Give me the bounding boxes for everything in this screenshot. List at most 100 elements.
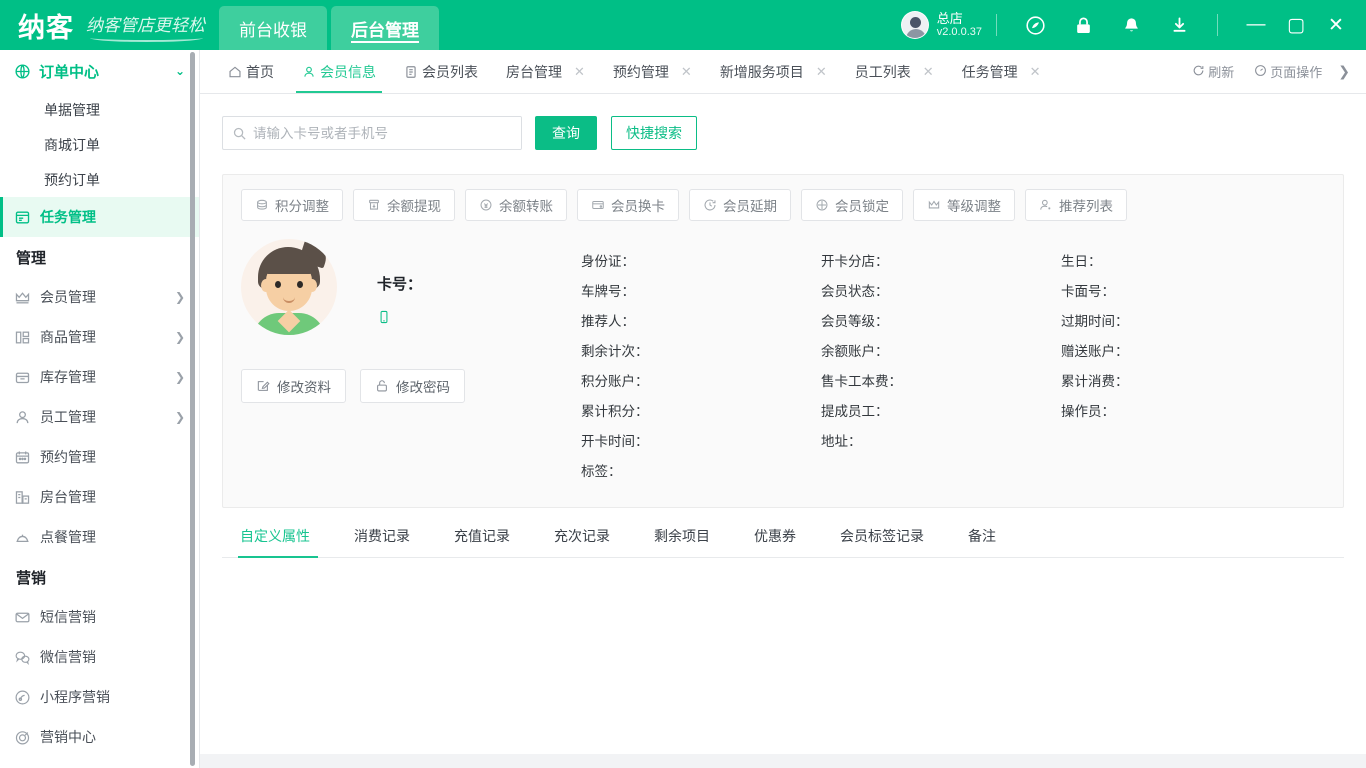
download-icon[interactable] xyxy=(1164,10,1194,40)
sidebar-item-member-management[interactable]: 会员管理 ❯ xyxy=(0,277,199,317)
referral-list-button[interactable]: 推荐列表 xyxy=(1025,189,1127,221)
search-input[interactable] xyxy=(253,117,521,149)
detail-tab-panel xyxy=(222,558,1344,738)
tab-task-management[interactable]: 任务管理 ✕ xyxy=(948,50,1055,93)
member-card-swap-button[interactable]: 会员换卡 xyxy=(577,189,679,221)
brand-area: 纳客 纳客管店更轻松 xyxy=(0,6,205,45)
tab-add-service-item[interactable]: 新增服务项目 ✕ xyxy=(706,50,841,93)
mode-tab-backoffice[interactable]: 后台管理 xyxy=(331,6,439,50)
minimize-button[interactable]: — xyxy=(1240,9,1272,41)
field-total-points: 累计积分： xyxy=(581,397,821,427)
sidebar-item-reservation-orders[interactable]: 预约订单 xyxy=(0,162,199,197)
edit-password-button[interactable]: 修改密码 xyxy=(360,369,465,403)
button-label: 修改密码 xyxy=(396,376,450,396)
chevron-right-icon: ❯ xyxy=(175,330,185,344)
card-number-label: 卡号： xyxy=(377,273,422,294)
calendar-icon xyxy=(14,449,31,466)
detail-tab-remarks[interactable]: 备注 xyxy=(946,526,1018,557)
edit-profile-button[interactable]: 修改资料 xyxy=(241,369,346,403)
points-icon xyxy=(255,198,269,212)
tab-staff-list[interactable]: 员工列表 ✕ xyxy=(841,50,948,93)
tab-reservation-management[interactable]: 预约管理 ✕ xyxy=(599,50,706,93)
close-icon[interactable]: ✕ xyxy=(923,64,934,80)
field-expiry-time: 过期时间： xyxy=(1061,307,1325,337)
detail-tab-recharge-records[interactable]: 充值记录 xyxy=(432,526,532,557)
sidebar-group-order-center[interactable]: 订单中心 ⌄ xyxy=(0,50,199,92)
points-adjust-button[interactable]: 积分调整 xyxy=(241,189,343,221)
headset-support-icon[interactable] xyxy=(1020,10,1050,40)
close-icon[interactable]: ✕ xyxy=(574,64,585,80)
tab-label: 房台管理 xyxy=(506,62,562,82)
tab-overflow-icon[interactable]: ❯ xyxy=(1332,63,1356,80)
balance-withdraw-button[interactable]: 余额提现 xyxy=(353,189,455,221)
field-plate-number: 车牌号： xyxy=(581,277,821,307)
refresh-label: 刷新 xyxy=(1208,62,1234,81)
sidebar-item-sms-marketing[interactable]: 短信营销 xyxy=(0,597,199,637)
miniprogram-icon xyxy=(14,689,31,706)
detail-tab-times-recharge-records[interactable]: 充次记录 xyxy=(532,526,632,557)
field-open-branch: 开卡分店： xyxy=(821,247,1061,277)
app-version: v2.0.0.37 xyxy=(937,26,982,38)
user-account[interactable]: 总店 v2.0.0.37 xyxy=(901,11,982,39)
level-adjust-button[interactable]: 等级调整 xyxy=(913,189,1015,221)
member-fields: 身份证： 车牌号： 推荐人： 剩余计次： 积分账户： 累计积分： 开卡时间： 标… xyxy=(581,239,1325,487)
title-bar: 纳客 纳客管店更轻松 前台收银 后台管理 总店 v2.0.0.37 xyxy=(0,0,1366,50)
tab-member-info[interactable]: 会员信息 xyxy=(288,50,390,93)
page-operations-button[interactable]: 页面操作 xyxy=(1244,62,1332,81)
unlock-icon xyxy=(375,379,389,393)
maximize-button[interactable]: ▢ xyxy=(1280,9,1312,41)
sidebar-item-wechat-marketing[interactable]: 微信营销 xyxy=(0,637,199,677)
query-button[interactable]: 查询 xyxy=(535,116,597,150)
balance-transfer-button[interactable]: 余额转账 xyxy=(465,189,567,221)
detail-tab-remaining-items[interactable]: 剩余项目 xyxy=(632,526,732,557)
close-button[interactable]: ✕ xyxy=(1320,9,1352,41)
field-points-account: 积分账户： xyxy=(581,367,821,397)
sidebar-item-marketing-center[interactable]: 营销中心 xyxy=(0,717,199,757)
quick-search-button[interactable]: 快捷搜索 xyxy=(611,116,697,150)
phone-icon xyxy=(377,308,422,326)
sidebar-item-task-management[interactable]: 任务管理 xyxy=(0,197,199,237)
sidebar-item-label: 商品管理 xyxy=(40,327,96,347)
close-icon[interactable]: ✕ xyxy=(681,64,692,80)
detail-tab-consumption-records[interactable]: 消费记录 xyxy=(332,526,432,557)
sidebar-item-dining-management[interactable]: 点餐管理 xyxy=(0,517,199,557)
member-extend-button[interactable]: 会员延期 xyxy=(689,189,791,221)
sidebar-item-bill-management[interactable]: 单据管理 xyxy=(0,92,199,127)
sidebar-item-staff-management[interactable]: 员工管理 ❯ xyxy=(0,397,199,437)
home-icon xyxy=(228,65,242,79)
action-label: 余额转账 xyxy=(499,195,553,215)
mode-tab-frontdesk[interactable]: 前台收银 xyxy=(219,6,327,50)
sidebar-scrollbar[interactable] xyxy=(190,52,195,766)
sidebar-item-goods-management[interactable]: 商品管理 ❯ xyxy=(0,317,199,357)
bell-notification-icon[interactable] xyxy=(1116,10,1146,40)
field-commission-staff: 提成员工： xyxy=(821,397,1061,427)
action-label: 会员锁定 xyxy=(835,195,889,215)
sidebar-item-miniprogram-marketing[interactable]: 小程序营销 xyxy=(0,677,199,717)
sidebar-item-reservation-management[interactable]: 预约管理 xyxy=(0,437,199,477)
sidebar-group-label: 订单中心 xyxy=(39,61,99,82)
detail-tab-member-tag-records[interactable]: 会员标签记录 xyxy=(818,526,946,557)
member-info-panel: 积分调整 余额提现 xyxy=(222,174,1344,508)
member-lock-button[interactable]: 会员锁定 xyxy=(801,189,903,221)
close-icon[interactable]: ✕ xyxy=(816,64,827,80)
sidebar-item-label: 库存管理 xyxy=(40,367,96,387)
member-icon xyxy=(302,65,316,79)
sidebar-item-room-management[interactable]: 房台管理 xyxy=(0,477,199,517)
field-remaining-times: 剩余计次： xyxy=(581,337,821,367)
lock-icon[interactable] xyxy=(1068,10,1098,40)
tab-home[interactable]: 首页 xyxy=(214,50,288,93)
sidebar-item-mall-orders[interactable]: 商城订单 xyxy=(0,127,199,162)
tab-room-management[interactable]: 房台管理 ✕ xyxy=(492,50,599,93)
detail-tab-custom-attributes[interactable]: 自定义属性 xyxy=(224,526,332,557)
crown-icon xyxy=(14,289,31,306)
refresh-button[interactable]: 刷新 xyxy=(1182,62,1244,81)
globe-icon xyxy=(14,63,31,80)
withdraw-icon xyxy=(367,198,381,212)
field-address: 地址： xyxy=(821,427,1061,457)
tab-member-list[interactable]: 会员列表 xyxy=(390,50,492,93)
sidebar-item-inventory-management[interactable]: 库存管理 ❯ xyxy=(0,357,199,397)
search-box[interactable] xyxy=(222,116,522,150)
close-icon[interactable]: ✕ xyxy=(1030,64,1041,80)
detail-tab-coupons[interactable]: 优惠券 xyxy=(732,526,818,557)
field-total-consumption: 累计消费： xyxy=(1061,367,1325,397)
